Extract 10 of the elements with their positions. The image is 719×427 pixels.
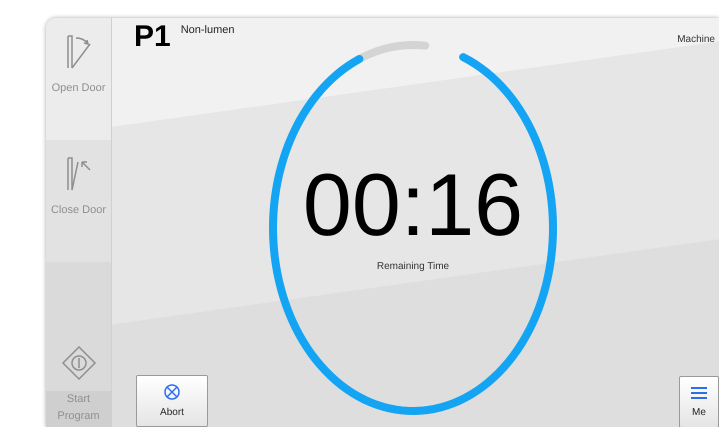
menu-icon (690, 384, 708, 400)
abort-button[interactable]: Abort (136, 375, 208, 427)
start-diamond-icon (60, 345, 96, 381)
abort-cross-icon (163, 382, 181, 400)
machine-label: Machine (677, 33, 715, 47)
remaining-time-label: Remaining Time (376, 260, 450, 274)
menu-button[interactable]: Me (679, 376, 719, 427)
program-name: Non-lumen (180, 23, 235, 38)
remaining-time-value: 00:16 (302, 158, 524, 250)
program-number: P1 (134, 22, 171, 52)
